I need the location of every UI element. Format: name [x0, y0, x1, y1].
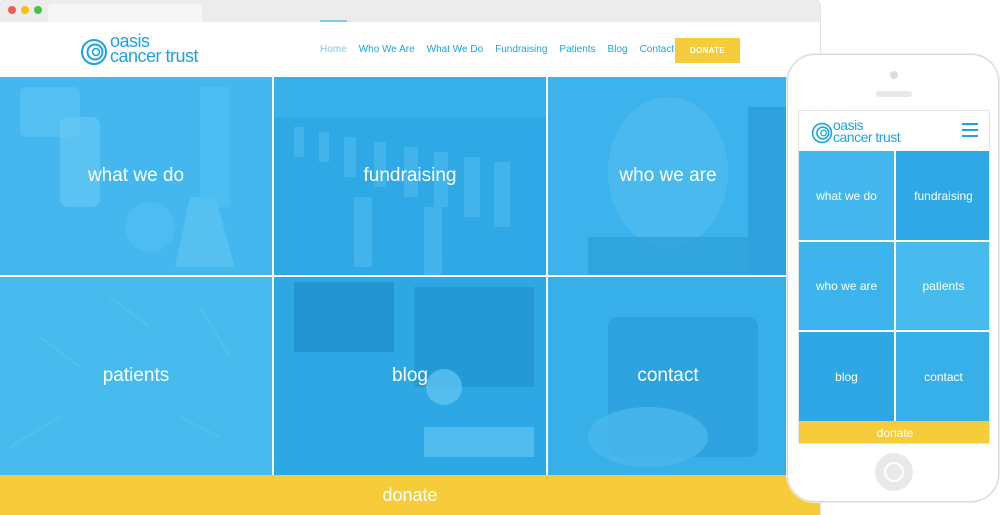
website: oasis cancer trust Home Who We Are What … — [0, 20, 820, 515]
donate-bar[interactable]: donate — [0, 475, 820, 515]
mobile-tile-blog[interactable]: blog — [799, 332, 894, 421]
browser-tab[interactable] — [48, 4, 202, 22]
mobile-screen: oasis cancer trust what we do fundraisin… — [798, 110, 990, 444]
nav-blog[interactable]: Blog — [608, 44, 628, 55]
mobile-tile-patients[interactable]: patients — [896, 242, 989, 330]
logo-wordmark: oasis cancer trust — [833, 118, 901, 145]
minimize-window-icon[interactable] — [21, 6, 29, 14]
tile-patients[interactable]: patients — [0, 277, 272, 475]
tile-label: what we do — [87, 165, 185, 186]
tile-what-we-do[interactable]: what we do — [0, 77, 272, 275]
mobile-tile-fundraising[interactable]: fundraising — [896, 151, 989, 240]
desktop-browser-window: oasis cancer trust Home Who We Are What … — [0, 0, 820, 515]
swirl-circle-icon — [81, 39, 107, 65]
tile-label: who we are — [815, 279, 878, 293]
tile-label: contact — [637, 365, 699, 386]
tile-contact[interactable]: contact — [548, 277, 788, 475]
mobile-tile-contact[interactable]: contact — [896, 332, 989, 421]
nav-home[interactable]: Home — [320, 20, 347, 55]
logo-line-2: cancer trust — [833, 129, 901, 145]
close-window-icon[interactable] — [8, 6, 16, 14]
maximize-window-icon[interactable] — [34, 6, 42, 14]
mobile-header: oasis cancer trust — [799, 111, 989, 151]
site-header: oasis cancer trust Home Who We Are What … — [0, 20, 820, 77]
mobile-tile-who-we-are[interactable]: who we are — [799, 242, 894, 330]
nav-who-we-are[interactable]: Who We Are — [359, 44, 415, 55]
mobile-tile-grid: what we do fundraising who we are patien… — [799, 151, 989, 421]
browser-titlebar — [0, 0, 820, 22]
tile-blog[interactable]: blog — [274, 277, 546, 475]
tile-who-we-are[interactable]: who we are — [548, 77, 788, 275]
tile-label: who we are — [619, 165, 717, 186]
tile-label: contact — [924, 369, 963, 384]
mobile-tile-what-we-do[interactable]: what we do — [799, 151, 894, 240]
speaker-grille — [876, 91, 912, 97]
home-button-icon[interactable] — [875, 453, 913, 491]
tile-label: what we do — [816, 188, 877, 203]
tile-label: patients — [922, 279, 965, 293]
logo-wordmark: oasis cancer trust — [110, 32, 199, 66]
mobile-device: oasis cancer trust what we do fundraisin… — [787, 54, 999, 502]
tile-label: blog — [835, 369, 858, 384]
tile-label: blog — [392, 365, 428, 386]
feature-tile-grid: what we do fundraising who we are patien… — [0, 77, 820, 475]
tile-label: patients — [102, 365, 170, 386]
nav-contact[interactable]: Contact — [640, 44, 674, 55]
site-logo[interactable]: oasis cancer trust — [80, 32, 240, 70]
tile-label: fundraising — [363, 165, 457, 186]
swirl-circle-icon — [811, 122, 833, 144]
nav-patients[interactable]: Patients — [559, 44, 595, 55]
main-nav: Home Who We Are What We Do Fundraising P… — [320, 20, 686, 77]
donate-button[interactable]: DONATE — [675, 38, 740, 63]
nav-what-we-do[interactable]: What We Do — [427, 44, 484, 55]
tile-fundraising[interactable]: fundraising — [274, 77, 546, 275]
nav-fundraising[interactable]: Fundraising — [495, 44, 547, 55]
tile-label: fundraising — [914, 188, 973, 203]
front-camera-icon — [890, 71, 898, 79]
mobile-donate-bar[interactable]: donate — [799, 421, 989, 443]
logo-line-2: cancer trust — [110, 46, 199, 66]
mobile-site-logo[interactable]: oasis cancer trust — [811, 118, 941, 147]
hamburger-menu-icon[interactable] — [962, 123, 978, 137]
